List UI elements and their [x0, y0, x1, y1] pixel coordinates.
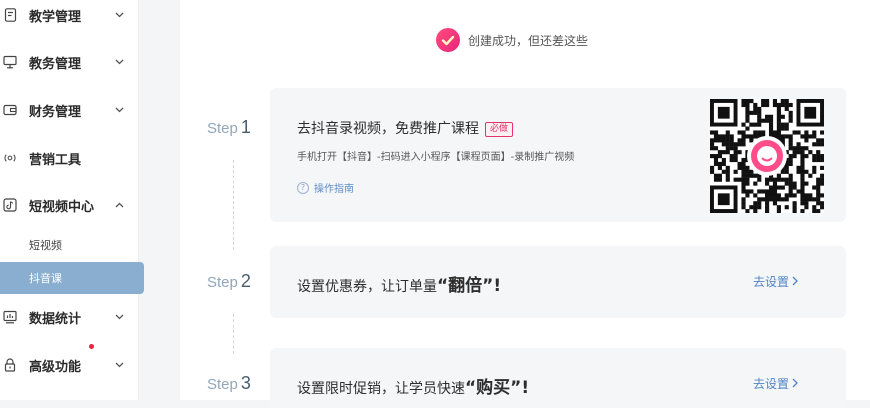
step-1-description: 手机打开【抖音】-扫码进入小程序【课程页面】-录制推广视频: [297, 152, 575, 163]
setup-link-text: 去设置: [753, 377, 790, 391]
wallet-icon: [3, 103, 17, 117]
step-3-title-emphasis: “购买”!: [465, 378, 530, 398]
step-1-title-text: 去抖音录视频，免费推广课程: [297, 121, 479, 137]
sidebar-item-marketing[interactable]: 营销工具: [0, 143, 138, 173]
step-2-title-emphasis: “翻倍”!: [437, 276, 502, 296]
sidebar-item-short-video[interactable]: 短视频中心: [0, 190, 138, 220]
step-2-label: Step 2: [207, 271, 251, 292]
step-1-card: 去抖音录视频，免费推广课程 必做 手机打开【抖音】-扫码进入小程序【课程页面】-录…: [270, 88, 846, 222]
sidebar: 教学管理 教务管理 财务管理 营销工具 短视频中心 短视频 抖音课 数据统计 高…: [0, 0, 144, 400]
main-content: 创建成功，但还差这些 Step 1 去抖音录视频，免费推广课程 必做 手机打开【抖音…: [180, 0, 870, 408]
check-icon: [436, 28, 460, 52]
sidebar-subitem-douyin-course[interactable]: 抖音课: [0, 262, 144, 294]
step-3-title-text: 设置限时促销，让学员快速: [297, 381, 465, 397]
chevron-down-icon: [114, 10, 124, 20]
step-2-title: 设置优惠券，让订单量“翻倍”!: [297, 271, 501, 296]
chevron-right-icon: [792, 275, 798, 289]
monitor-icon: [3, 55, 17, 69]
sidebar-item-finance[interactable]: 财务管理: [0, 95, 138, 125]
broadcast-icon: [3, 151, 17, 165]
step-2-setup-link[interactable]: 去设置: [753, 273, 798, 290]
lock-icon: [3, 358, 17, 372]
step-3-title: 设置限时促销，让学员快速“购买”!: [297, 373, 529, 398]
sidebar-subitem-label: 抖音课: [29, 272, 62, 285]
sidebar-item-statistics[interactable]: 数据统计: [0, 302, 138, 332]
step-word: Step: [207, 376, 238, 393]
sidebar-item-label: 数据统计: [29, 311, 82, 327]
chevron-down-icon: [114, 57, 124, 67]
step-1-title: 去抖音录视频，免费推广课程 必做: [297, 118, 514, 138]
sidebar-item-label: 营销工具: [29, 152, 82, 168]
step-2-title-text: 设置优惠券，让订单量: [297, 279, 437, 295]
question-icon: ?: [297, 181, 309, 194]
step-number: 2: [240, 271, 251, 291]
tiktok-icon: [3, 198, 17, 212]
chart-icon: [3, 310, 17, 324]
chevron-down-icon: [114, 312, 124, 322]
chevron-up-icon: [114, 200, 124, 210]
sidebar-subitem-short-video[interactable]: 短视频: [0, 229, 144, 261]
step-word: Step: [207, 274, 238, 291]
sidebar-item-academic[interactable]: 教务管理: [0, 47, 138, 77]
success-message: 创建成功，但还差这些: [436, 27, 588, 53]
sidebar-item-label: 财务管理: [29, 104, 82, 120]
step-3-setup-link[interactable]: 去设置: [753, 375, 798, 392]
guide-link-text: 操作指南: [314, 184, 354, 195]
sidebar-item-advanced[interactable]: 高级功能: [0, 344, 138, 380]
success-text: 创建成功，但还差这些: [468, 33, 589, 48]
step-connector: [233, 314, 234, 354]
step-number: 1: [240, 117, 251, 137]
step-3-label: Step 3: [207, 373, 251, 394]
sidebar-item-label: 高级功能: [29, 359, 82, 375]
step-3-card: 设置限时促销，让学员快速“购买”! 去设置: [270, 348, 846, 408]
setup-link-text: 去设置: [753, 275, 790, 289]
document-icon: [3, 8, 17, 22]
sidebar-item-label: 教务管理: [29, 56, 82, 72]
chevron-right-icon: [792, 377, 798, 391]
qr-code: [710, 99, 824, 213]
sidebar-item-teaching[interactable]: 教学管理: [0, 0, 138, 30]
step-connector: [233, 160, 234, 250]
sidebar-subitem-label: 短视频: [29, 239, 62, 252]
guide-link[interactable]: ? 操作指南: [297, 180, 354, 195]
chevron-down-icon: [114, 360, 124, 370]
notification-dot: [89, 344, 94, 349]
sidebar-item-label: 教学管理: [29, 9, 82, 25]
required-badge: 必做: [485, 122, 514, 137]
step-1-label: Step 1: [207, 117, 251, 138]
step-word: Step: [207, 120, 238, 137]
sidebar-item-label: 短视频中心: [29, 199, 95, 215]
chevron-down-icon: [114, 105, 124, 115]
step-number: 3: [240, 373, 251, 393]
step-2-card: 设置优惠券，让订单量“翻倍”! 去设置: [270, 246, 846, 318]
